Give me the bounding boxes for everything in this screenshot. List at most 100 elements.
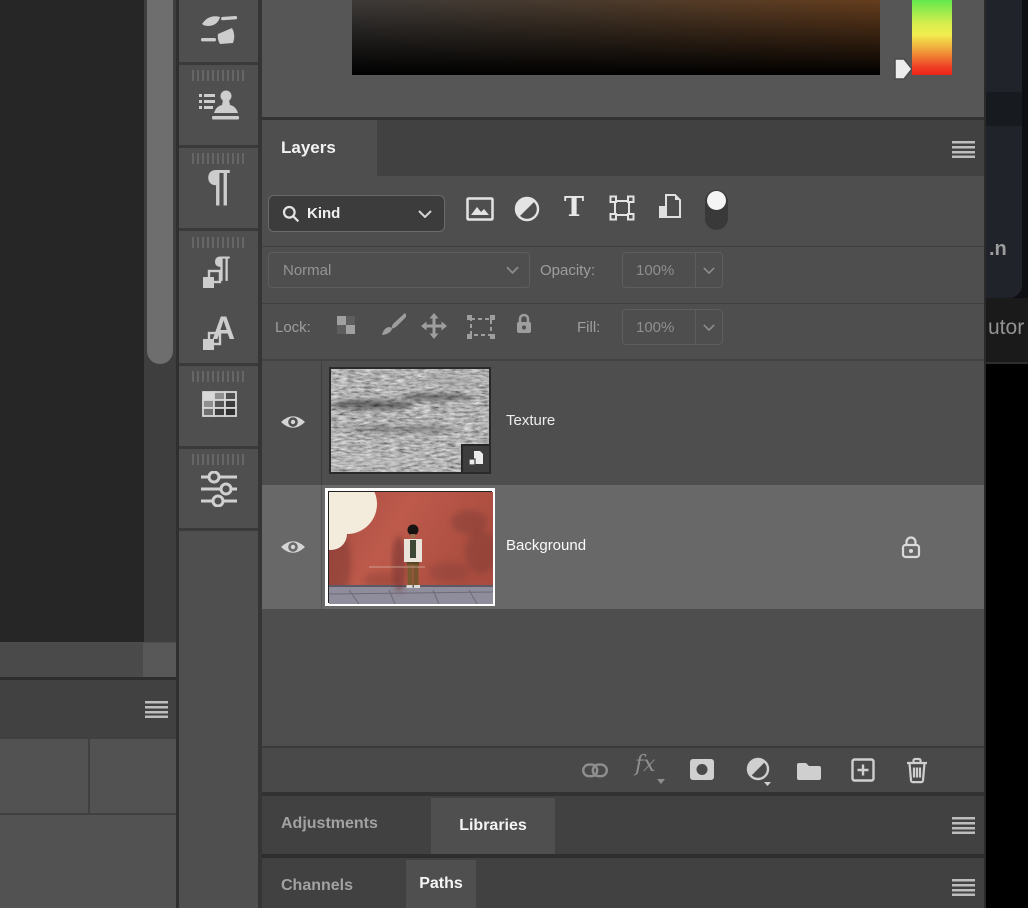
paragraph-styles-icon[interactable]: ¶ — [199, 248, 241, 294]
opacity-value-box[interactable]: 100% — [622, 252, 723, 288]
layer-thumbnail-texture[interactable] — [329, 367, 491, 474]
lock-position-button[interactable] — [419, 311, 449, 341]
blend-mode-value: Normal — [283, 262, 331, 279]
character-styles-icon[interactable]: A — [199, 308, 241, 354]
color-picker-area — [262, 0, 984, 117]
tab-layers-label: Layers — [281, 138, 336, 158]
lock-all-button[interactable] — [513, 311, 535, 337]
hue-slider-arrow[interactable] — [892, 55, 914, 83]
filter-shape-layers-button[interactable] — [607, 193, 637, 223]
tab-channels[interactable]: Channels — [281, 877, 353, 895]
channels-paths-tabbar: Channels Paths — [262, 858, 984, 908]
tab-adjustments[interactable]: Adjustments — [281, 815, 378, 833]
lock-artboard-button[interactable] — [465, 313, 497, 340]
eye-column-divider — [321, 361, 322, 485]
lock-transparency-button[interactable] — [334, 313, 358, 337]
lock-fill-row: Lock: — [262, 304, 984, 359]
brush-settings-icon[interactable] — [199, 10, 239, 52]
dock-gripper[interactable] — [192, 371, 246, 382]
filter-kind-dropdown[interactable]: Kind — [268, 195, 445, 232]
vertical-scrollbar-thumb[interactable] — [147, 0, 173, 364]
dock-separator — [179, 363, 258, 366]
right-edge-strip: .n utor — [986, 0, 1028, 908]
left-panel-cell[interactable] — [90, 739, 176, 813]
adjustments-libraries-tabbar: Adjustments Libraries — [262, 796, 984, 854]
filter-type-layers-button[interactable]: T — [560, 192, 588, 224]
visibility-eye-button[interactable] — [279, 536, 307, 558]
fx-dropdown-arrow-icon — [657, 779, 665, 784]
dock-gripper[interactable] — [192, 237, 246, 248]
filter-kind-value: Kind — [307, 205, 340, 222]
layer-row-texture[interactable]: Texture — [262, 361, 984, 485]
hue-slider-bar[interactable] — [912, 0, 952, 75]
canvas-area — [0, 0, 144, 642]
new-group-button[interactable] — [795, 760, 823, 780]
layer-name[interactable]: Background — [506, 537, 586, 554]
status-strip-corner — [143, 643, 176, 677]
layer-name[interactable]: Texture — [506, 412, 555, 429]
dock-separator — [179, 145, 258, 148]
layer-row-background[interactable]: Background — [262, 485, 984, 609]
grid-panel-icon[interactable] — [200, 389, 238, 419]
layers-filter-row: Kind T — [262, 176, 984, 246]
left-panel-header — [0, 680, 176, 737]
paths-panel-menu-icon[interactable] — [952, 879, 975, 896]
color-field[interactable] — [352, 0, 880, 75]
tab-libraries[interactable]: Libraries — [431, 798, 555, 854]
clipped-panel-section — [986, 92, 1022, 126]
dock-separator — [179, 62, 258, 65]
layers-bottom-bar: fx — [262, 746, 984, 792]
add-layer-mask-button[interactable] — [689, 758, 715, 781]
lock-pixels-button[interactable] — [380, 312, 406, 338]
filter-toggle-knob — [707, 191, 726, 210]
left-panel-cell[interactable] — [0, 739, 88, 813]
opacity-label: Opacity: — [540, 262, 595, 279]
left-panel-menu-icon[interactable] — [145, 701, 168, 718]
chevron-down-icon — [506, 266, 519, 274]
search-icon — [282, 205, 300, 223]
layer-lock-icon[interactable] — [899, 533, 923, 561]
visibility-eye-button[interactable] — [279, 411, 307, 433]
layers-panel-menu-icon[interactable] — [952, 141, 975, 158]
svg-text:A: A — [212, 310, 235, 346]
dock-separator — [179, 446, 258, 449]
delete-layer-button[interactable] — [904, 756, 930, 784]
chevron-down-icon[interactable] — [696, 324, 722, 331]
clipped-dark-panel: .n — [986, 0, 1022, 298]
new-layer-button[interactable] — [850, 757, 876, 783]
fill-label: Fill: — [577, 319, 600, 336]
filter-smart-object-button[interactable] — [656, 191, 684, 223]
filter-pixel-layers-button[interactable] — [465, 194, 495, 224]
lock-label: Lock: — [275, 319, 311, 336]
layers-panel-header: Layers — [262, 120, 984, 176]
tab-paths-label: Paths — [419, 875, 463, 893]
link-layers-button[interactable] — [581, 761, 609, 779]
layer-thumbnail-background[interactable] — [325, 488, 495, 606]
tab-paths[interactable]: Paths — [406, 860, 476, 908]
blend-opacity-row: Normal Opacity: 100% — [262, 247, 984, 303]
libraries-panel-menu-icon[interactable] — [952, 817, 975, 834]
dock-gripper[interactable] — [192, 454, 246, 465]
panel-icon-dock: ¶ ¶ A — [179, 0, 258, 908]
clone-source-icon[interactable] — [197, 85, 241, 127]
tab-layers[interactable]: Layers — [262, 120, 377, 176]
chevron-down-icon[interactable] — [696, 267, 722, 274]
dock-separator — [179, 228, 258, 231]
layer-style-fx-button[interactable]: fx — [635, 752, 665, 786]
paragraph-panel-icon[interactable]: ¶ — [199, 160, 239, 212]
clipped-text-fragment: utor — [988, 316, 1024, 340]
new-adjustment-layer-button[interactable] — [744, 756, 772, 786]
filter-adjustment-layers-button[interactable] — [513, 194, 541, 224]
eye-column-divider — [321, 485, 322, 609]
fill-value: 100% — [636, 319, 674, 336]
fill-value-box[interactable]: 100% — [622, 309, 723, 345]
filter-toggle-switch[interactable] — [705, 190, 728, 230]
dock-separator — [179, 528, 258, 531]
left-panel-footer — [0, 815, 176, 908]
blend-mode-dropdown[interactable]: Normal — [268, 252, 530, 288]
clipped-tutorial-block[interactable]: utor — [986, 298, 1028, 364]
left-panel-body — [0, 737, 176, 908]
layers-list: Texture — [262, 361, 984, 746]
sliders-panel-icon[interactable] — [199, 470, 239, 508]
dock-gripper[interactable] — [192, 70, 246, 81]
